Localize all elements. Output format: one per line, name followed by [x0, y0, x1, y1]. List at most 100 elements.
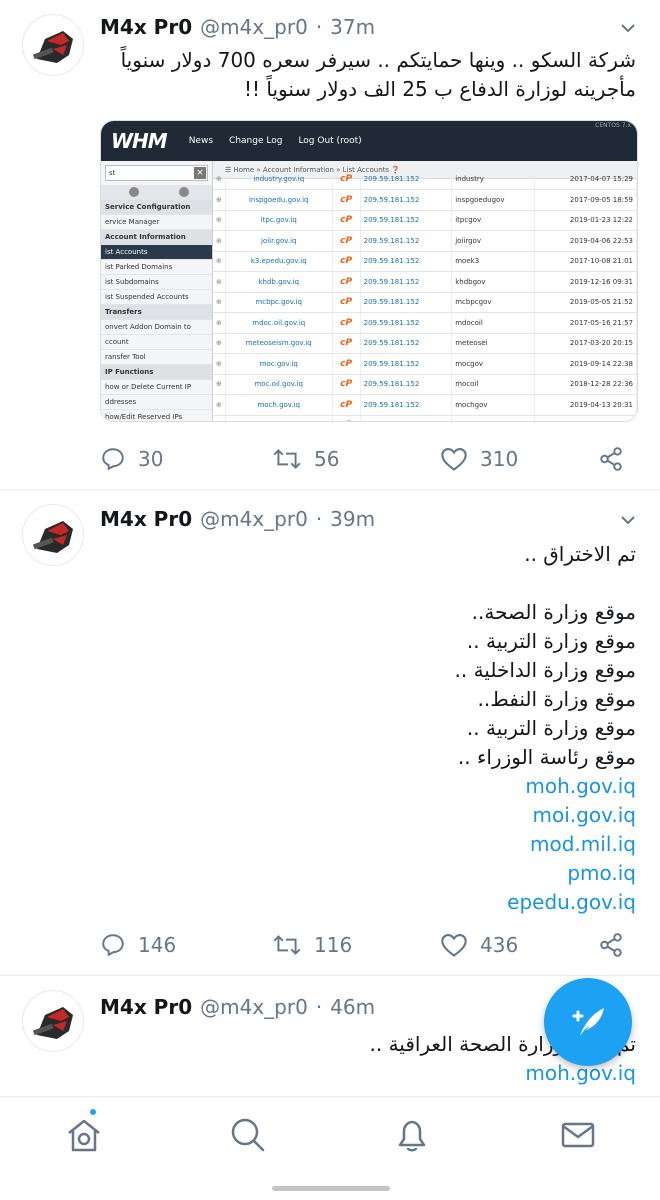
tab-search[interactable]: [228, 1115, 268, 1155]
retweet-button[interactable]: 116: [272, 932, 352, 958]
table-row: ⊕ moc.gov.iq cP 209.59.181.152 mocgov 2019-09…: [213, 353, 637, 375]
collapse-icon: [178, 187, 189, 197]
table-row: ⊕ joiir.gov.iq cP 209.59.181.152 joiirgov 201…: [213, 230, 637, 252]
domain-cell: k3.epedu.gov.iq: [225, 251, 333, 272]
user-cell: joiirgov: [451, 230, 535, 252]
cpanel-icon: cP: [332, 415, 361, 421]
separator-dot: ·: [315, 995, 323, 1019]
tweet-text-line: موقع وزارة الصحة..: [471, 600, 636, 624]
tweet-text: شركة السكو .. وينها حمايتكم .. سيرفر سعر…: [121, 46, 636, 104]
tweet-actions: 30 56 310: [100, 446, 636, 476]
tweet-time[interactable]: 46m: [330, 995, 375, 1019]
whm-accounts-table: ⊕ industry.gov.iq cP 209.59.181.152 industry…: [213, 169, 637, 421]
attached-image[interactable]: WHM News Change Log Log Out (root) CENTO…: [100, 120, 638, 422]
table-row: ⊕ meteoseism.gov.iq cP 209.59.181.152 meteos…: [213, 333, 637, 354]
tweet-link[interactable]: epedu.gov.iq: [455, 888, 636, 917]
date-cell: 2019-01-23 12:22: [534, 210, 637, 231]
author-name[interactable]: M4x Pr0: [100, 15, 192, 39]
tweet-text-line: موقع وزارة النفط..: [477, 687, 636, 711]
like-button[interactable]: 436: [440, 932, 518, 958]
author-handle[interactable]: @m4x_pr0: [200, 15, 308, 39]
reply-button[interactable]: 30: [100, 446, 163, 472]
chevron-down-icon[interactable]: [618, 510, 638, 530]
ip-cell: 209.59.181.152: [360, 189, 453, 211]
avatar[interactable]: [22, 990, 84, 1052]
expand-icon: ⊕: [213, 415, 226, 421]
separator-dot: ·: [315, 15, 323, 39]
retweet-button[interactable]: 56: [272, 446, 339, 472]
whm-nav-item: Log Out (root): [298, 136, 362, 146]
like-button[interactable]: 310: [440, 446, 518, 472]
ip-cell: 209.59.181.152: [360, 210, 453, 231]
home-indicator: [272, 1186, 390, 1191]
table-row: ⊕ mdoc.oil.gov.iq cP 209.59.181.152 mdocoil 2…: [213, 312, 637, 334]
user-cell: mochgov: [451, 394, 535, 416]
table-row: ⊕ itpc.gov.iq cP 209.59.181.152 itpcgov 2019-…: [213, 210, 637, 231]
retweet-icon: [273, 449, 301, 469]
tab-home[interactable]: [64, 1107, 104, 1155]
share-button[interactable]: [598, 446, 636, 472]
expand-icon: ⊕: [213, 374, 226, 395]
user-cell: meteosei: [451, 333, 535, 354]
whm-main: ☰ Home » Account Information » List Acco…: [213, 161, 637, 421]
table-row: ⊕ khdb.gov.iq cP 209.59.181.152 khdbgov 2019-…: [213, 271, 637, 293]
notification-dot: [88, 1107, 98, 1117]
like-count: 436: [480, 933, 519, 957]
cpanel-icon: cP: [332, 312, 361, 334]
domain-cell: inspgoedu.gov.iq: [225, 189, 333, 211]
domain-cell: mocom.gov.iq: [225, 415, 333, 421]
tweet-time[interactable]: 39m: [330, 507, 375, 531]
domain-cell: mdoc.oil.gov.iq: [225, 312, 333, 334]
author-handle[interactable]: @m4x_pr0: [200, 507, 308, 531]
table-row: ⊕ moch.gov.iq cP 209.59.181.152 mochgov 2019-…: [213, 394, 637, 416]
whm-sidebar-item: ddresses: [101, 395, 212, 410]
date-cell: 2017-12-28 22:37: [534, 415, 637, 421]
table-row: ⊕ mcbpc.gov.iq cP 209.59.181.152 mcbpcgov 201…: [213, 292, 637, 313]
date-cell: 2019-04-06 22:53: [534, 230, 637, 252]
tweet[interactable]: M4x Pr0 @m4x_pr0 · 37m شركة السكو .. وين…: [0, 0, 660, 490]
whm-header: WHM News Change Log Log Out (root) CENTO…: [101, 121, 637, 161]
tweet-time[interactable]: 37m: [330, 15, 375, 39]
table-row: ⊕mocom.gov.iqcP209.59.181.152mocomgov201…: [213, 415, 637, 421]
author-name[interactable]: M4x Pr0: [100, 995, 192, 1019]
expand-icon: ⊕: [213, 169, 226, 190]
author-name[interactable]: M4x Pr0: [100, 507, 192, 531]
share-icon: [600, 933, 622, 957]
tweet-link[interactable]: pmo.iq: [455, 859, 636, 888]
compose-button[interactable]: [544, 978, 632, 1066]
tweet-link[interactable]: moi.gov.iq: [455, 801, 636, 830]
author-handle[interactable]: @m4x_pr0: [200, 995, 308, 1019]
date-cell: 2019-12-16 09:31: [534, 271, 637, 293]
user-cell: mocgov: [451, 353, 535, 375]
bell-icon: [398, 1120, 426, 1152]
expand-icon: ⊕: [213, 271, 226, 293]
heart-icon: [441, 934, 467, 957]
whm-sidebar-item: ervice Manager: [101, 215, 212, 230]
reply-count: 146: [138, 933, 177, 957]
whm-sidebar-item: ist Suspended Accounts: [101, 290, 212, 305]
whm-os-label: CENTOS 7.x: [595, 122, 631, 129]
tab-notifications[interactable]: [392, 1115, 432, 1155]
reply-button[interactable]: 146: [100, 932, 176, 958]
cpanel-icon: cP: [332, 353, 361, 375]
tweet-text-line: شركة السكو .. وينها حمايتكم .. سيرفر سعر…: [120, 48, 636, 72]
chevron-down-icon[interactable]: [618, 18, 638, 38]
tab-messages[interactable]: [558, 1115, 598, 1155]
whm-breadcrumb-text: Home » Account Information » List Accoun…: [233, 166, 390, 174]
tweet[interactable]: M4x Pr0 @m4x_pr0 · 39m تم الاختراق .. مو…: [0, 490, 660, 976]
whm-sidebar-item: how/Edit Reserved IPs: [101, 410, 212, 421]
whm-nav-item: News: [188, 136, 214, 146]
avatar[interactable]: [22, 14, 84, 76]
avatar[interactable]: [22, 504, 84, 566]
tweet-header: M4x Pr0 @m4x_pr0 · 37m: [100, 12, 375, 42]
reply-count: 30: [138, 447, 164, 471]
domain-cell: moc.gov.iq: [225, 353, 333, 375]
tweet-link[interactable]: mod.mil.iq: [455, 830, 636, 859]
tweet-link[interactable]: moh.gov.iq: [455, 772, 636, 801]
share-button[interactable]: [598, 932, 636, 958]
whm-sidebar: st × Service Configuration ervice Manager A…: [101, 161, 213, 421]
whm-nav-item: Change Log: [229, 136, 283, 146]
cpanel-icon: cP: [332, 292, 361, 313]
domain-cell: meteoseism.gov.iq: [225, 333, 333, 354]
expand-icon: ⊕: [213, 394, 226, 416]
